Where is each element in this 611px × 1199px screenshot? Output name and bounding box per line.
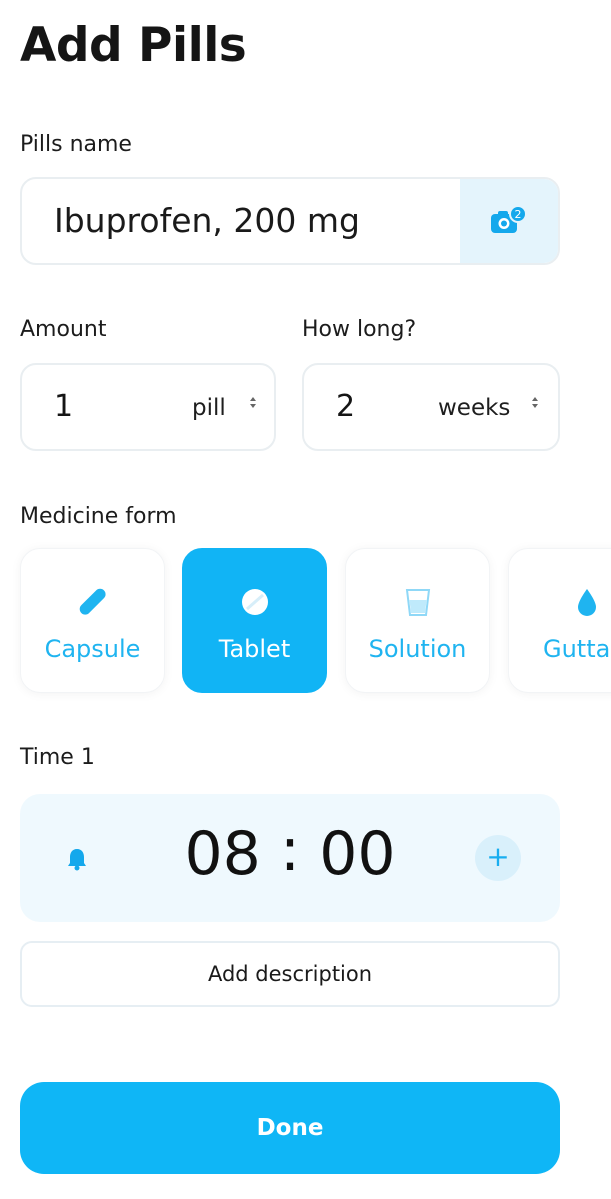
form-option-gutta[interactable]: Gutta (508, 548, 611, 693)
how-long-label: How long? (302, 317, 417, 342)
tablet-icon (241, 589, 268, 615)
camera-badge-count: 2 (515, 208, 522, 221)
done-button[interactable]: Done (20, 1082, 560, 1174)
time-label: Time 1 (20, 745, 95, 770)
form-option-label: Solution (368, 635, 467, 663)
amount-stepper[interactable]: 1 pill (20, 363, 276, 451)
form-option-tablet[interactable]: Tablet (182, 548, 327, 693)
glass-icon (405, 589, 430, 616)
add-pills-screen: Add Pills Pills name Ibuprofen, 200 mg 2… (0, 0, 611, 1199)
how-long-stepper-arrows-icon[interactable] (532, 397, 538, 408)
pills-name-field[interactable]: Ibuprofen, 200 mg 2 (20, 177, 560, 265)
how-long-value[interactable]: 2 (336, 389, 355, 424)
drop-icon (578, 589, 596, 616)
amount-stepper-arrows-icon[interactable] (250, 397, 256, 408)
capsule-icon (79, 588, 106, 615)
how-long-stepper[interactable]: 2 weeks (302, 363, 560, 451)
camera-button[interactable]: 2 (460, 179, 558, 263)
time-picker[interactable]: 08 : 00 + (20, 794, 560, 922)
how-long-unit[interactable]: weeks (438, 395, 510, 421)
medicine-form-label: Medicine form (20, 504, 177, 529)
camera-icon: 2 (491, 205, 527, 233)
form-option-label: Gutta (543, 635, 611, 663)
add-description-button[interactable]: Add description (20, 941, 560, 1007)
page-title: Add Pills (20, 18, 247, 73)
pills-name-label: Pills name (20, 132, 132, 157)
add-time-button[interactable]: + (475, 835, 521, 881)
form-option-label: Capsule (44, 635, 141, 663)
amount-unit[interactable]: pill (192, 395, 226, 421)
form-option-label: Tablet (218, 635, 291, 663)
pills-name-value[interactable]: Ibuprofen, 200 mg (54, 201, 360, 240)
time-hours[interactable]: 08 (184, 819, 260, 889)
form-option-capsule[interactable]: Capsule (20, 548, 165, 693)
time-minutes[interactable]: 00 (319, 819, 395, 889)
amount-value[interactable]: 1 (54, 389, 73, 424)
form-option-solution[interactable]: Solution (345, 548, 490, 693)
time-separator: : (279, 815, 301, 885)
amount-label: Amount (20, 317, 107, 342)
